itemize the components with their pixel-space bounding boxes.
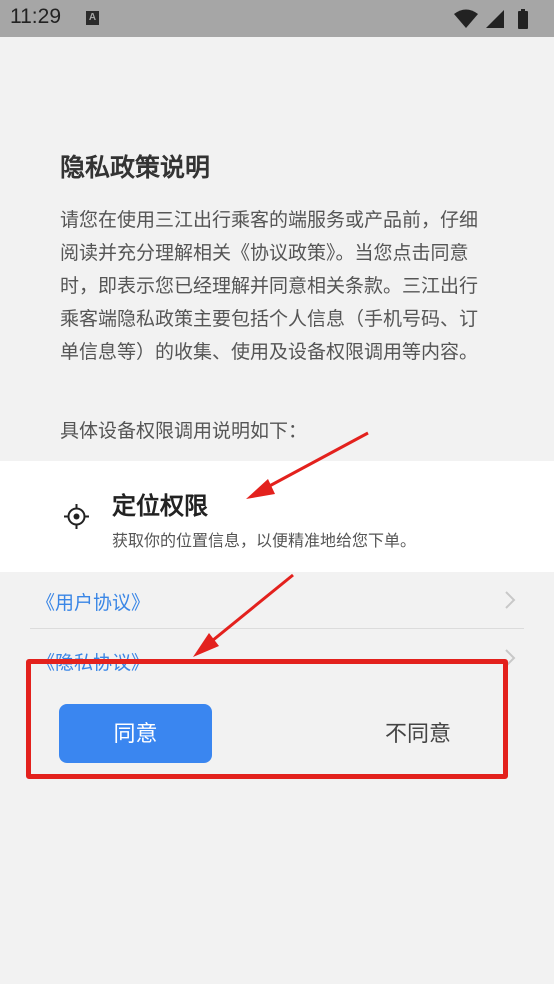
agree-button[interactable]: 同意 [59,704,212,763]
wifi-icon [454,9,478,28]
disagree-button[interactable]: 不同意 [350,704,486,763]
permission-description: 获取你的位置信息，以便精准地给您下单。 [112,531,417,550]
privacy-agreement-link[interactable]: 《隐私协议》 [36,648,150,675]
user-agreement-link[interactable]: 《用户协议》 [36,588,150,615]
chevron-right-icon [505,591,516,609]
chevron-right-icon [505,649,516,667]
battery-icon [518,9,528,29]
policy-description: 请您在使用三江出行乘客的端服务或产品前，仔细阅读并充分理解相关《协议政策》。当您… [60,209,479,363]
signal-icon [486,10,504,28]
location-target-icon [64,504,89,529]
privacy-agreement-link-row[interactable]: 《隐私协议》 [30,630,524,687]
location-permission-card: 定位权限 获取你的位置信息，以便精准地给您下单。 [0,461,554,572]
status-icons [452,8,542,30]
permission-title: 定位权限 [112,492,208,520]
status-time: 11:29 [10,5,61,28]
permission-intro: 具体设备权限调用说明如下： [60,420,308,442]
notification-a-icon: A [86,11,99,25]
status-bar: 11:29 A [0,0,554,37]
user-agreement-link-row[interactable]: 《用户协议》 [30,572,524,629]
page-title: 隐私政策说明 [60,153,211,182]
